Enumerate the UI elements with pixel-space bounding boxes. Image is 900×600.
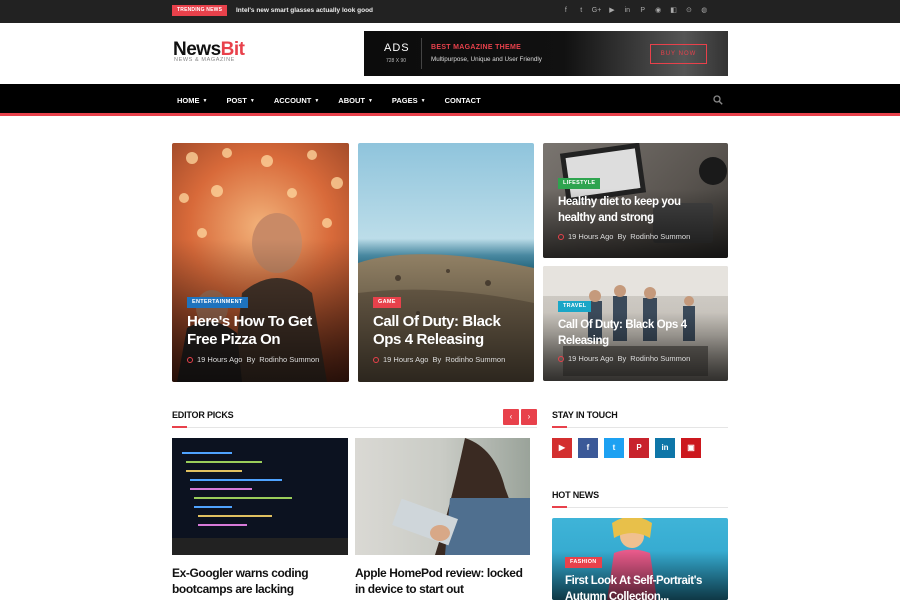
category-badge[interactable]: LIFESTYLE [558, 178, 601, 189]
trending-badge: TRENDING NEWS [172, 5, 228, 16]
section-accent [552, 506, 567, 508]
card-title[interactable]: Call Of Duty: Black Ops 4 Releasing [373, 313, 533, 349]
linkedin-social-button[interactable]: in [655, 438, 675, 458]
ad-divider [421, 38, 422, 69]
github-icon[interactable]: ⊙ [681, 6, 696, 16]
tablet-user-image [392, 438, 530, 555]
behance-icon[interactable]: ◧ [666, 6, 681, 16]
featured-card[interactable]: ENTERTAINMENT Here's How To Get Free Pizz… [172, 143, 349, 382]
category-badge[interactable]: FASHION [565, 557, 602, 568]
facebook-social-button[interactable]: f [578, 438, 598, 458]
nav-item-contact[interactable]: CONTACT [445, 96, 481, 106]
section-accent [552, 426, 567, 428]
ad-size: 728 X 90 [386, 58, 407, 64]
top-social-icons: f t G+ ▶ in P ◉ ◧ ⊙ ◍ [558, 6, 712, 16]
code-screen-image [172, 452, 348, 555]
pinterest-social-button[interactable]: P [629, 438, 649, 458]
trending-headline[interactable]: Intel's new smart glasses actually look … [236, 6, 373, 15]
ad-title: BEST MAGAZINE THEME [431, 44, 522, 51]
logo-tagline: NEWS & MAGAZINE [174, 57, 235, 63]
category-badge[interactable]: TRAVEL [558, 301, 592, 312]
card-meta: 19 Hours Ago By Rodinho Summon [558, 232, 690, 241]
chevron-down-icon: ▼ [420, 98, 426, 104]
featured-card[interactable]: GAME Call Of Duty: Black Ops 4 Releasing … [358, 143, 534, 382]
search-icon[interactable] [713, 95, 723, 105]
editor-picks-title: EDITOR PICKS [172, 410, 234, 420]
rss-icon[interactable]: ◉ [650, 6, 665, 16]
section-divider [552, 507, 728, 508]
reddit-icon[interactable]: ◍ [697, 6, 712, 16]
clock-icon [373, 356, 379, 363]
twitter-icon[interactable]: t [573, 6, 588, 16]
nav-item-about[interactable]: ABOUT ▼ [338, 96, 373, 106]
stay-in-touch-title: STAY IN TOUCH [552, 410, 618, 420]
pick-image[interactable] [172, 438, 348, 555]
nav-item-account[interactable]: ACCOUNT ▼ [274, 96, 319, 106]
ad-description: Multipurpose, Unique and User Friendly [431, 56, 542, 63]
card-title[interactable]: Call Of Duty: Black Ops 4 Releasing [558, 317, 726, 349]
buy-now-button[interactable]: BUY NOW [650, 44, 707, 64]
featured-card[interactable]: TRAVEL Call Of Duty: Black Ops 4 Releasin… [543, 266, 728, 381]
linkedin-icon[interactable]: in [620, 6, 635, 16]
youtube-social-button[interactable]: ▶ [552, 438, 572, 458]
google-plus-icon[interactable]: G+ [589, 6, 604, 16]
chevron-down-icon: ▼ [249, 98, 255, 104]
card-meta: 19 Hours Ago By Rodinho Summon [373, 355, 505, 364]
category-badge[interactable]: ENTERTAINMENT [187, 297, 248, 308]
nav-item-pages[interactable]: PAGES ▼ [392, 96, 426, 106]
ad-banner[interactable]: ADS 728 X 90 BEST MAGAZINE THEME Multipu… [364, 31, 728, 76]
chevron-down-icon: ▼ [314, 98, 320, 104]
chevron-down-icon: ▼ [367, 98, 373, 104]
top-bar: TRENDING NEWS Intel's new smart glasses … [0, 0, 900, 23]
ad-label: ADS [384, 42, 410, 54]
youtube-icon[interactable]: ▶ [604, 6, 619, 16]
pick-title[interactable]: Ex-Googler warns coding bootcamps are lac… [172, 565, 309, 597]
hot-news-title: HOT NEWS [552, 490, 599, 500]
youtube-alt-social-button[interactable]: ▣ [681, 438, 701, 458]
nav-item-home[interactable]: HOME ▼ [177, 96, 207, 106]
nav-item-post[interactable]: POST ▼ [226, 96, 254, 106]
category-badge[interactable]: GAME [373, 297, 401, 308]
prev-button[interactable]: ‹ [503, 409, 519, 425]
card-meta: 19 Hours Ago By Rodinho Summon [187, 355, 319, 364]
card-title[interactable]: Here's How To Get Free Pizza On [187, 313, 347, 349]
site-header: NewsBit NEWS & MAGAZINE ADS 728 X 90 BES… [0, 23, 900, 84]
pinterest-icon[interactable]: P [635, 6, 650, 16]
clock-icon [558, 355, 564, 362]
card-meta: 19 Hours Ago By Rodinho Summon [558, 354, 690, 363]
clock-icon [187, 356, 193, 363]
section-accent [172, 426, 187, 428]
section-divider [172, 427, 537, 428]
hot-news-card[interactable]: FASHION First Look At Self-Portrait's Aut… [552, 518, 728, 600]
pick-title[interactable]: Apple HomePod review: locked in device to… [355, 565, 523, 597]
section-divider [552, 427, 728, 428]
chevron-down-icon: ▼ [202, 98, 208, 104]
main-nav: HOME ▼ POST ▼ ACCOUNT ▼ ABOUT ▼ PAGES ▼ CONTA… [0, 84, 900, 116]
card-title[interactable]: Healthy diet to keep you healthy and stro… [558, 194, 726, 226]
facebook-icon[interactable]: f [558, 6, 573, 16]
clock-icon [558, 233, 564, 240]
pick-image[interactable] [355, 438, 530, 555]
next-button[interactable]: › [521, 409, 537, 425]
twitter-social-button[interactable]: t [604, 438, 624, 458]
featured-card[interactable]: LIFESTYLE Healthy diet to keep you health… [543, 143, 728, 258]
card-title[interactable]: First Look At Self-Portrait's Autumn Coll… [565, 573, 728, 600]
